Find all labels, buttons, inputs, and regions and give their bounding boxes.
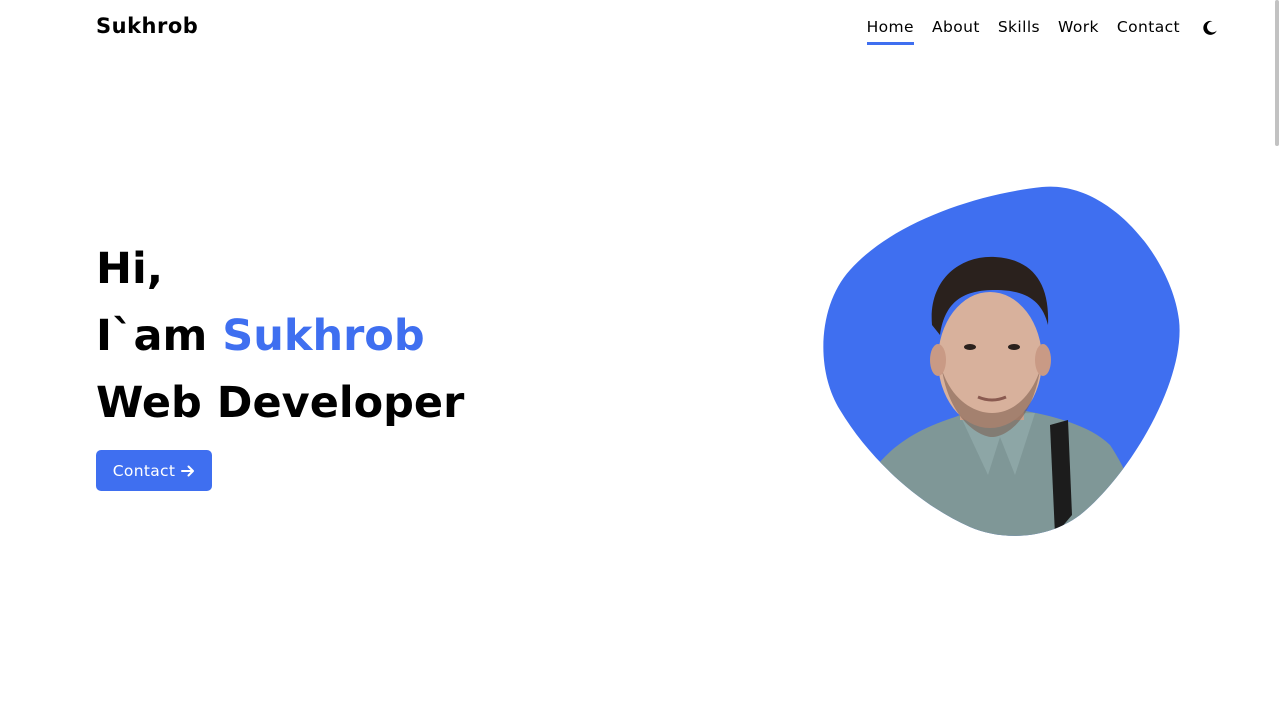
site-logo[interactable]: Sukhrob (96, 14, 198, 38)
hero-greeting: Hi, (96, 244, 164, 294)
nav-item-home[interactable]: Home (866, 18, 915, 45)
site-header: Sukhrob Home About Skills Work Contact (0, 0, 1280, 58)
hero-section: Hi, I`am Sukhrob Web Developer (96, 236, 616, 437)
profile-photo (810, 175, 1190, 545)
moon-icon[interactable] (1202, 20, 1218, 36)
hero-intro-prefix: I`am (96, 311, 223, 361)
scrollbar-thumb[interactable] (1275, 0, 1279, 146)
portfolio-page: Sukhrob Home About Skills Work Contact H… (0, 0, 1280, 719)
page-scrollbar[interactable] (1273, 0, 1280, 719)
arrow-right-icon (181, 465, 195, 476)
main-nav: Home About Skills Work Contact (849, 18, 1180, 45)
hero-role: Web Developer (96, 378, 465, 428)
hero-intro: I`am Sukhrob (96, 303, 616, 370)
nav-item-about[interactable]: About (932, 18, 980, 45)
nav-item-contact[interactable]: Contact (1117, 18, 1180, 45)
nav-item-skills[interactable]: Skills (998, 18, 1040, 45)
contact-button-label: Contact (112, 461, 176, 480)
contact-button[interactable]: Contact (96, 450, 212, 491)
nav-item-work[interactable]: Work (1058, 18, 1099, 45)
hero-name: Sukhrob (222, 311, 425, 361)
